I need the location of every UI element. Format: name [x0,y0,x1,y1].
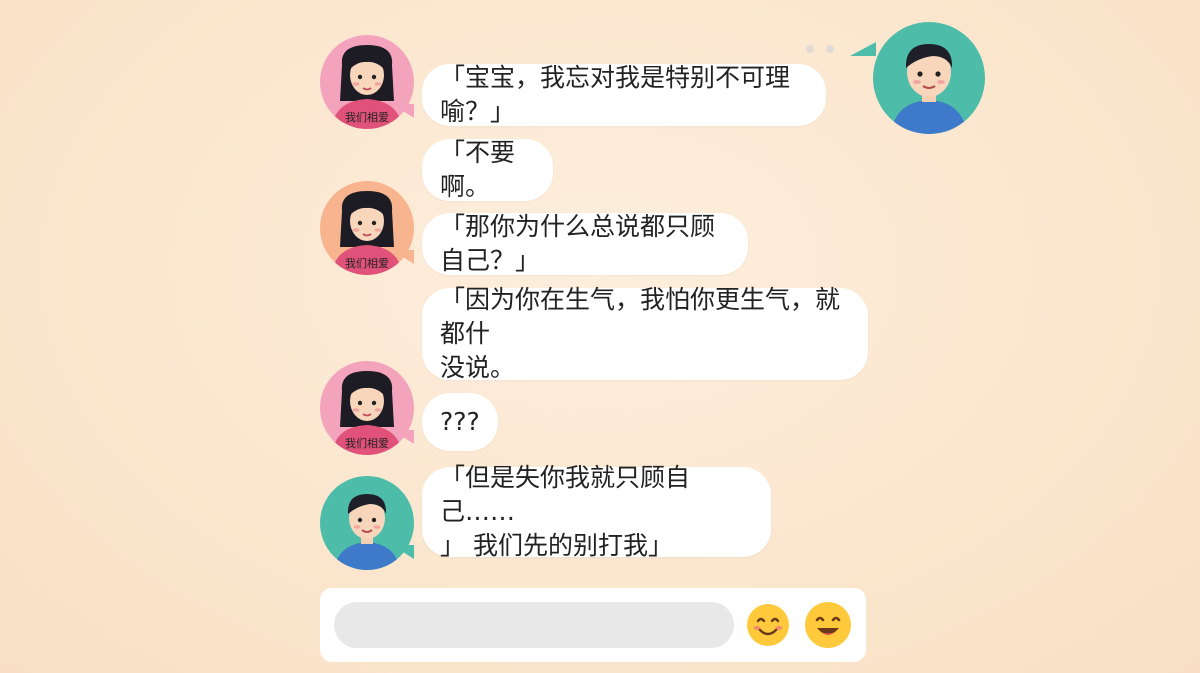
message-text: 「不要啊。 [440,138,516,201]
shirt-text: 我们相爱 [345,436,389,450]
speech-tail [392,545,414,559]
grinning-emoji-button[interactable] [804,601,852,649]
message-bubble[interactable]: 「因为你在生气，我怕你更生气，就都什 没说。 [422,285,868,382]
message-bubble[interactable]: 「但是失你我就只顾自己…… 」 我们先的别打我」 [422,463,771,560]
message-text: ??? [440,407,480,436]
speech-tail [392,250,414,264]
boy-avatar[interactable] [873,22,985,134]
message-bubble[interactable]: 「不要啊。 [422,138,553,201]
message-text: 「宝宝，我忘对我是特别不可理喻？」 [440,63,791,126]
message-text: 「那你为什么总说都只顾自己？」 [440,212,716,275]
message-bubble[interactable]: ??? [422,393,498,451]
typing-dot [806,45,814,53]
shirt-text: 我们相爱 [345,110,389,124]
typing-dot [826,45,834,53]
grinning-emoji-icon [805,602,851,648]
speech-tail [392,104,414,118]
message-input[interactable] [334,602,734,648]
smiley-emoji-icon [747,604,789,646]
message-bubble[interactable]: 「宝宝，我忘对我是特别不可理喻？」 [422,63,826,126]
message-bubble[interactable]: 「那你为什么总说都只顾自己？」 [422,212,748,275]
message-text: 「因为你在生气，我怕你更生气，就都什 没说。 [440,285,841,382]
message-text: 「但是失你我就只顾自己…… 」 我们先的别打我」 [440,463,691,560]
smiley-emoji-button[interactable] [746,603,790,647]
message-composer [320,588,866,662]
shirt-text: 我们相爱 [345,256,389,270]
speech-tail [392,430,414,444]
